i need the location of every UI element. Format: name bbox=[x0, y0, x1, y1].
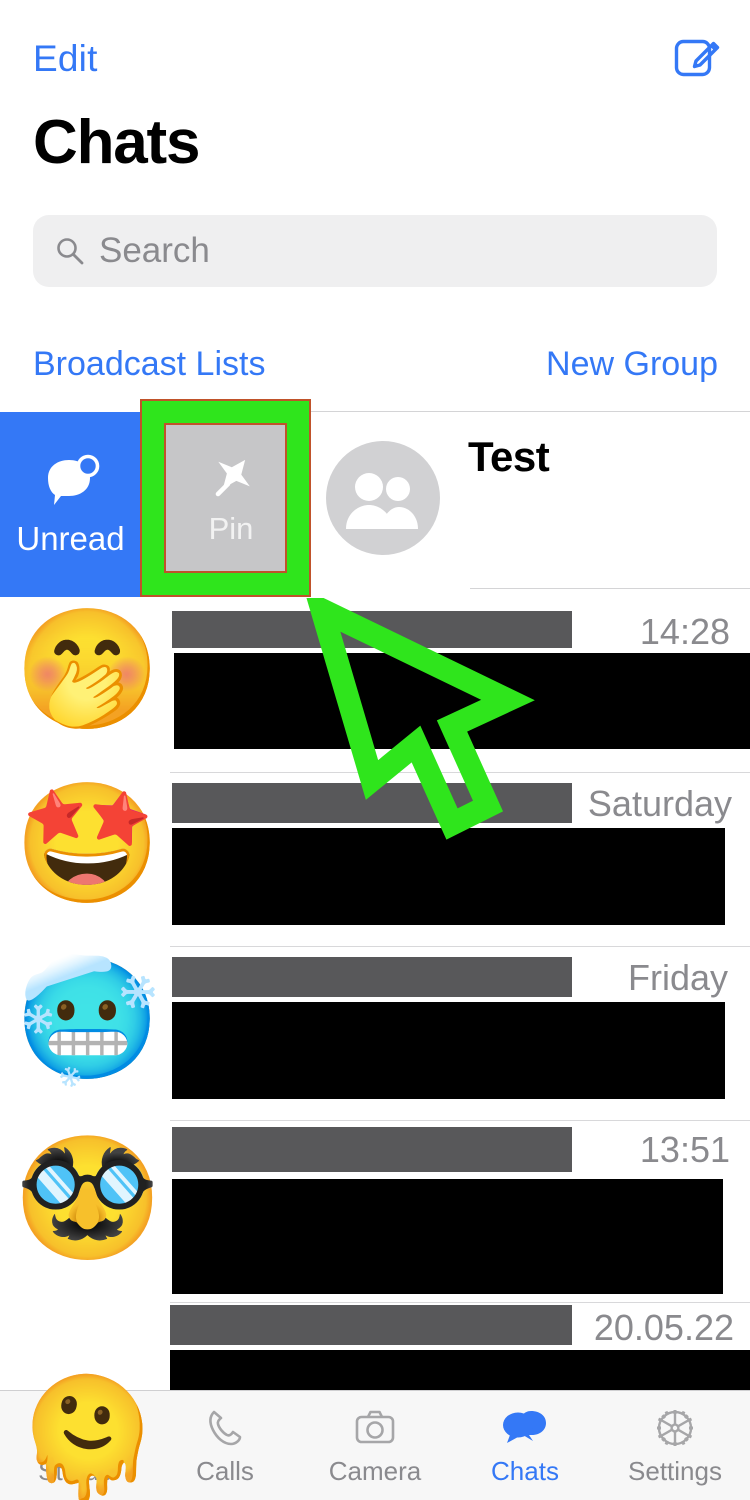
chats-bubbles-icon bbox=[501, 1405, 549, 1451]
chat-list-item[interactable]: 🥶 Friday bbox=[0, 947, 750, 1121]
search-bar[interactable] bbox=[33, 215, 717, 287]
avatar: 🤭 bbox=[14, 604, 161, 736]
tab-status[interactable]: Status bbox=[0, 1391, 150, 1500]
bottom-tab-bar: Status Calls Camera Chats Settings bbox=[0, 1390, 750, 1500]
compose-button[interactable] bbox=[674, 33, 720, 79]
whatsapp-chats-screen: Edit Chats Broadcast Lists New Group bbox=[0, 0, 750, 1500]
redacted-message-bar bbox=[172, 1179, 723, 1294]
chat-list-item[interactable]: 🥸 13:51 bbox=[0, 1121, 750, 1303]
redacted-message-bar bbox=[174, 653, 750, 749]
redacted-title-bar bbox=[172, 783, 572, 823]
chat-timestamp: Saturday bbox=[587, 783, 732, 824]
search-input[interactable] bbox=[99, 231, 697, 271]
chat-timestamp: 20.05.22 bbox=[593, 1307, 734, 1348]
swiped-row-content[interactable]: Test bbox=[310, 401, 750, 597]
tab-camera-label: Camera bbox=[328, 1455, 422, 1486]
redacted-title-bar bbox=[170, 1305, 572, 1345]
avatar: 🥸 bbox=[14, 1132, 161, 1264]
new-group-button[interactable]: New Group bbox=[546, 345, 718, 384]
compose-icon bbox=[674, 39, 720, 77]
chat-list: 🤭 14:28 🤩 Saturday 🥶 Friday 🥸 13:51 20.0… bbox=[0, 597, 750, 1396]
tab-status-label: Status bbox=[38, 1455, 112, 1486]
group-avatar-icon bbox=[326, 441, 440, 555]
phone-icon bbox=[202, 1405, 248, 1451]
tab-settings[interactable]: Settings bbox=[600, 1391, 750, 1500]
chat-list-item[interactable]: 🤩 Saturday bbox=[0, 773, 750, 947]
avatar: 🤩 bbox=[14, 778, 161, 910]
page-title: Chats bbox=[33, 108, 200, 177]
redacted-title-bar bbox=[172, 1127, 572, 1172]
unread-bubble-icon bbox=[47, 454, 99, 505]
navigation-bar: Edit bbox=[0, 0, 750, 110]
pin-action-button[interactable]: Pin bbox=[165, 421, 297, 576]
chat-timestamp: 14:28 bbox=[639, 611, 730, 652]
redacted-title-bar bbox=[172, 957, 572, 997]
row-divider-top bbox=[310, 411, 750, 412]
status-rings-icon bbox=[52, 1405, 98, 1451]
avatar: 🥶 bbox=[14, 954, 161, 1086]
pin-icon bbox=[215, 459, 250, 496]
pin-action-label: Pin bbox=[208, 510, 254, 546]
redacted-message-bar bbox=[172, 828, 725, 925]
edit-button[interactable]: Edit bbox=[33, 38, 98, 80]
chat-timestamp: 13:51 bbox=[639, 1129, 730, 1170]
chat-timestamp: Friday bbox=[627, 957, 728, 998]
gear-icon bbox=[652, 1405, 698, 1451]
unread-action-label: Unread bbox=[16, 519, 125, 557]
chat-title-test: Test bbox=[468, 433, 550, 480]
redacted-title-bar bbox=[172, 611, 572, 648]
chat-list-item[interactable]: 20.05.22 bbox=[0, 1303, 750, 1396]
tab-calls-label: Calls bbox=[196, 1455, 254, 1486]
secondary-links-row: Broadcast Lists New Group bbox=[0, 345, 750, 393]
tab-camera[interactable]: Camera bbox=[300, 1391, 450, 1500]
unread-action-button[interactable]: Unread bbox=[0, 412, 141, 597]
tab-settings-label: Settings bbox=[628, 1455, 722, 1486]
tab-calls[interactable]: Calls bbox=[150, 1391, 300, 1500]
redacted-message-bar bbox=[172, 1002, 725, 1099]
camera-icon bbox=[352, 1405, 398, 1451]
tab-chats[interactable]: Chats bbox=[450, 1391, 600, 1500]
chat-list-item[interactable]: 🤭 14:28 bbox=[0, 597, 750, 773]
tab-chats-label: Chats bbox=[491, 1455, 559, 1486]
row-divider-bottom bbox=[470, 588, 750, 589]
swiped-chat-row: Unread Pin Test bbox=[0, 401, 750, 597]
broadcast-lists-button[interactable]: Broadcast Lists bbox=[33, 345, 265, 384]
search-icon bbox=[57, 238, 84, 265]
